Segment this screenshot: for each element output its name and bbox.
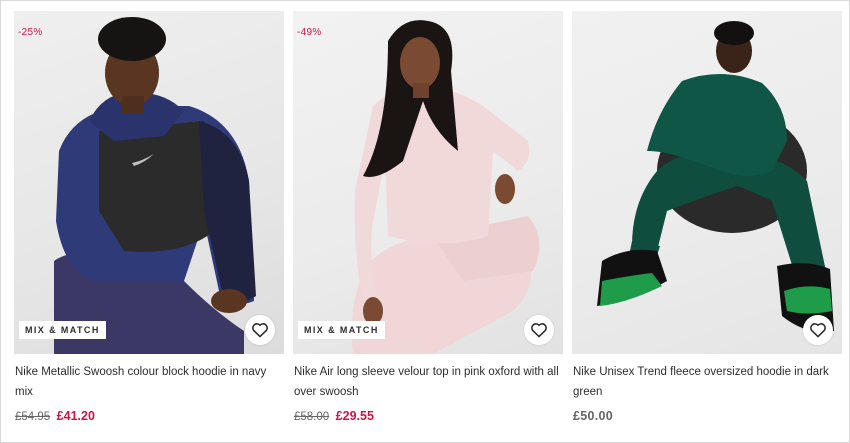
product-image[interactable]: -25% MIX & MATCH <box>14 11 284 354</box>
discount-badge: -49% <box>297 27 322 38</box>
discount-badge: -25% <box>18 27 43 38</box>
mix-match-tag: MIX & MATCH <box>19 321 106 339</box>
save-for-later-button[interactable] <box>524 315 554 345</box>
product-image[interactable] <box>572 11 842 354</box>
sale-price: £29.55 <box>335 409 374 423</box>
model-photo <box>597 21 834 332</box>
mix-match-tag: MIX & MATCH <box>298 321 385 339</box>
product-card[interactable]: Nike Unisex Trend fleece oversized hoodi… <box>572 11 842 423</box>
product-title[interactable]: Nike Air long sleeve velour top in pink … <box>294 363 563 402</box>
heart-icon <box>531 323 547 338</box>
product-card[interactable]: -49% MIX & MATCH Nike Air long sleeve ve… <box>293 11 563 423</box>
product-card[interactable]: -25% MIX & MATCH Nike Metallic Swoosh co… <box>14 11 284 423</box>
product-title[interactable]: Nike Unisex Trend fleece oversized hoodi… <box>573 363 842 402</box>
save-for-later-button[interactable] <box>245 315 275 345</box>
original-price: £58.00 <box>294 411 330 423</box>
price-row: £58.00 £29.55 <box>294 409 563 423</box>
product-title[interactable]: Nike Metallic Swoosh colour block hoodie… <box>15 363 284 402</box>
price-row: £54.95 £41.20 <box>15 409 284 423</box>
sale-price: £41.20 <box>56 409 95 423</box>
product-image[interactable]: -49% MIX & MATCH <box>293 11 563 354</box>
price: £50.00 <box>573 409 614 423</box>
heart-icon <box>252 323 268 338</box>
model-photo <box>54 17 256 354</box>
price-row: £50.00 <box>573 409 842 423</box>
heart-icon <box>810 323 826 338</box>
model-photo <box>351 20 540 354</box>
save-for-later-button[interactable] <box>803 315 833 345</box>
product-grid: -25% MIX & MATCH Nike Metallic Swoosh co… <box>0 0 850 443</box>
original-price: £54.95 <box>15 411 51 423</box>
